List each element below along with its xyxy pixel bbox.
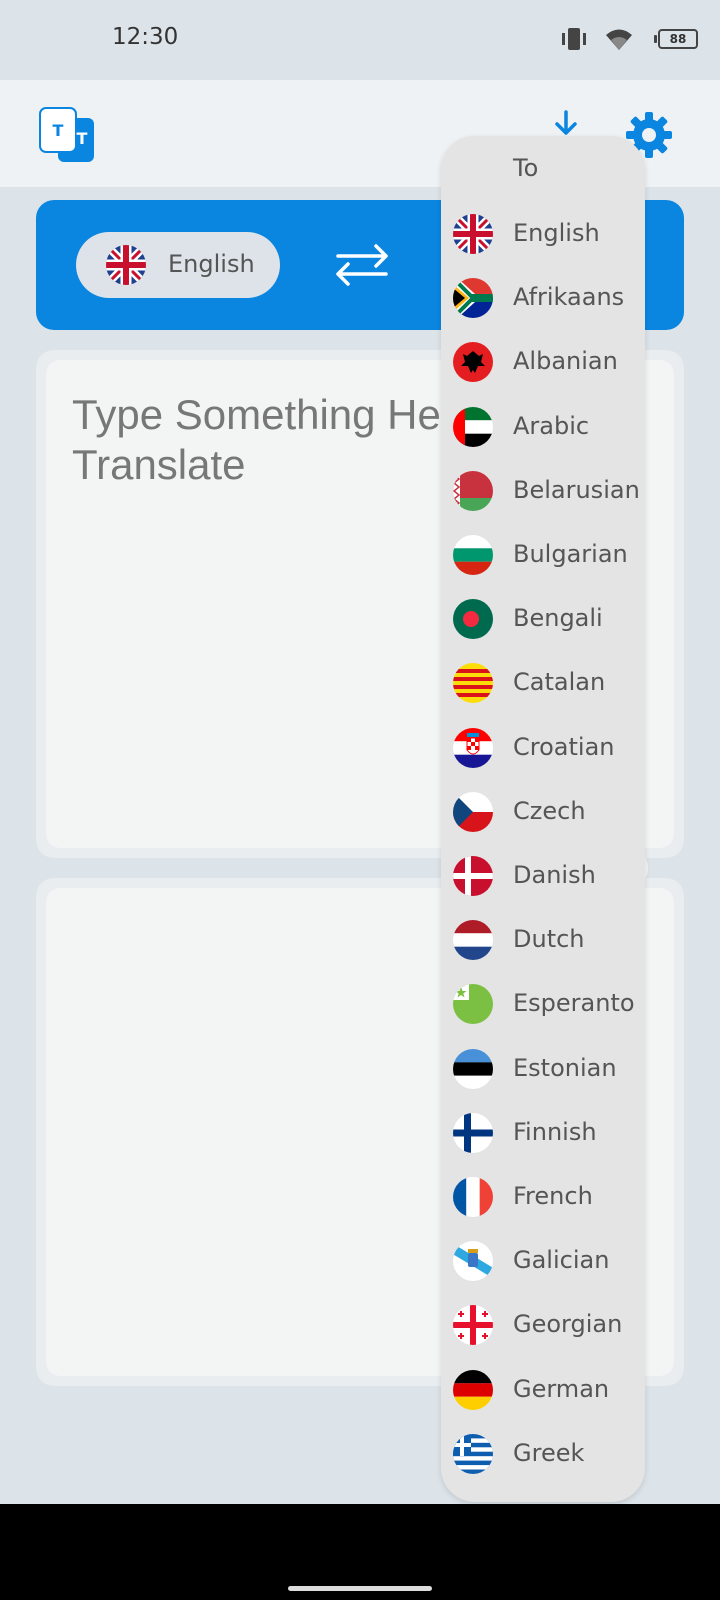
language-option-label: Bulgarian: [513, 540, 628, 568]
fr-flag-icon: [453, 1177, 493, 1217]
language-option-label: Bengali: [513, 604, 603, 633]
source-language-selector[interactable]: English: [76, 232, 280, 298]
language-option-english[interactable]: English: [441, 202, 645, 266]
eo-flag-icon: [453, 984, 493, 1025]
language-option-georgian[interactable]: Georgian: [441, 1293, 645, 1357]
fi-flag-icon: [453, 1112, 493, 1153]
language-option-label: German: [513, 1374, 610, 1403]
language-option-label: Albanian: [513, 347, 618, 376]
bd-flag-icon: [453, 599, 493, 640]
language-option-finnish[interactable]: Finnish: [441, 1101, 645, 1165]
za-flag-icon: [453, 278, 493, 319]
language-option-label: Afrikaans: [513, 283, 625, 312]
status-bar: 12:30 88: [0, 0, 720, 80]
hr-flag-icon: [453, 727, 493, 768]
ge-flag-icon: [453, 1305, 493, 1346]
dropdown-header: To: [513, 154, 539, 182]
language-option-label: Esperanto: [513, 989, 635, 1018]
app-logo-icon: T T: [39, 107, 94, 162]
svg-text:T: T: [77, 129, 88, 148]
ae-flag-icon: [453, 406, 493, 447]
gr-flag-icon: [453, 1433, 493, 1474]
language-option-label: French: [513, 1182, 593, 1210]
home-indicator[interactable]: [288, 1586, 432, 1591]
language-option-dutch[interactable]: Dutch: [441, 908, 645, 972]
language-option-french[interactable]: French: [441, 1165, 645, 1229]
language-option-label: Czech: [513, 796, 586, 825]
cz-flag-icon: [453, 791, 493, 832]
language-option-catalan[interactable]: Catalan: [441, 651, 645, 715]
language-option-label: Dutch: [513, 925, 585, 954]
language-option-czech[interactable]: Czech: [441, 780, 645, 844]
language-option-german[interactable]: German: [441, 1358, 645, 1422]
al-flag-icon: [453, 342, 493, 383]
language-option-label: Estonian: [513, 1053, 617, 1082]
target-language-dropdown: To English Afrikaans Albanian Arabic Belarus…: [441, 136, 645, 1502]
uk-flag-icon: [106, 245, 146, 285]
language-option-bulgarian[interactable]: Bulgarian: [441, 523, 645, 587]
navigation-bar: [0, 1504, 720, 1600]
vibrate-icon: [562, 28, 586, 50]
language-option-galician[interactable]: Galician: [441, 1229, 645, 1293]
language-option-afrikaans[interactable]: Afrikaans: [441, 266, 645, 330]
language-option-croatian[interactable]: Croatian: [441, 716, 645, 780]
language-option-estonian[interactable]: Estonian: [441, 1037, 645, 1101]
language-option-label: Belarusian: [513, 475, 640, 504]
language-option-label: Greek: [513, 1438, 585, 1467]
uk-flag-icon: [453, 214, 493, 254]
status-time: 12:30: [112, 24, 179, 50]
language-option-label: Finnish: [513, 1117, 597, 1146]
wifi-icon: [606, 29, 632, 50]
dk-flag-icon: [453, 856, 493, 896]
language-option-greek[interactable]: Greek: [441, 1422, 645, 1486]
language-option-label: Danish: [513, 861, 596, 889]
by-flag-icon: [453, 470, 493, 511]
cat-flag-icon: [453, 663, 493, 704]
language-option-label: English: [513, 219, 600, 247]
language-option-label: Georgian: [513, 1310, 623, 1339]
swap-icon[interactable]: [332, 240, 392, 290]
language-option-albanian[interactable]: Albanian: [441, 330, 645, 394]
svg-text:T: T: [53, 121, 64, 140]
gal-flag-icon: [453, 1241, 493, 1282]
language-option-danish[interactable]: Danish: [441, 844, 645, 908]
de-flag-icon: [453, 1369, 493, 1410]
language-option-arabic[interactable]: Arabic: [441, 395, 645, 459]
ee-flag-icon: [453, 1048, 493, 1089]
language-option-label: Arabic: [513, 411, 590, 440]
source-language-label: English: [168, 250, 255, 278]
language-option-label: Croatian: [513, 732, 615, 761]
nl-flag-icon: [453, 920, 493, 961]
language-option-label: Catalan: [513, 668, 606, 697]
language-option-bengali[interactable]: Bengali: [441, 587, 645, 651]
language-option-belarusian[interactable]: Belarusian: [441, 459, 645, 523]
battery-icon: 88: [654, 29, 698, 49]
language-option-esperanto[interactable]: Esperanto: [441, 972, 645, 1036]
bg-flag-icon: [453, 535, 493, 575]
language-option-label: Galician: [513, 1246, 610, 1275]
status-icons: 88: [558, 26, 698, 54]
